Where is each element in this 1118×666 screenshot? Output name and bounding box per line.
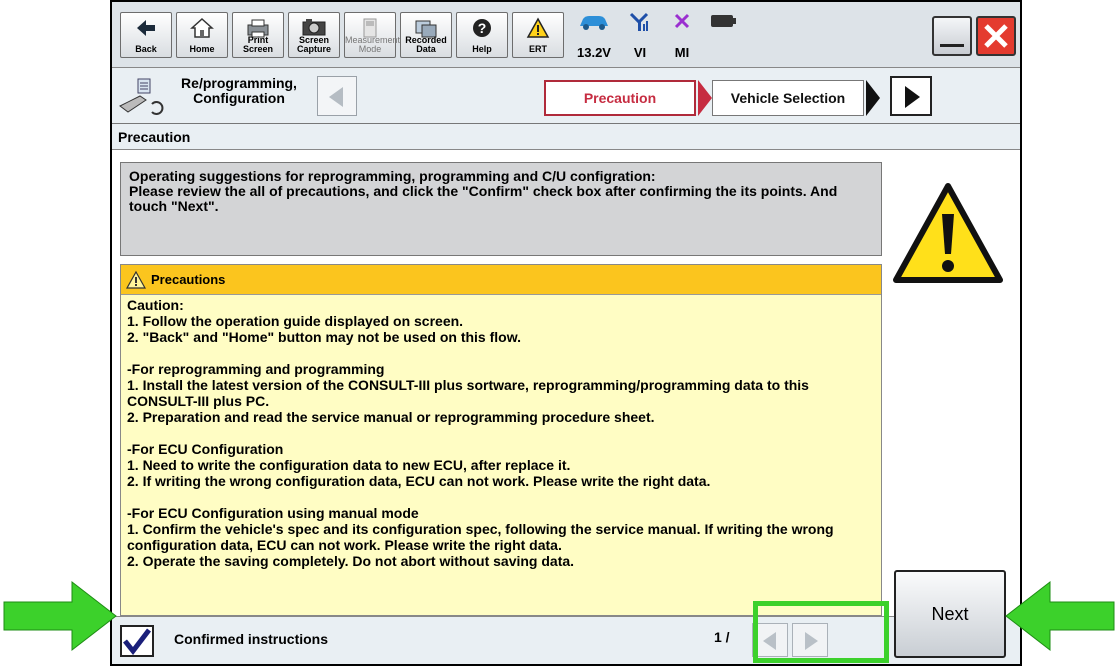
home-button[interactable]: Home bbox=[176, 12, 228, 58]
back-arrow-icon bbox=[137, 20, 155, 36]
close-icon bbox=[984, 24, 1008, 48]
toolbar: Back Home Print Screen Screen Capture Me… bbox=[112, 2, 1020, 68]
navigation-bar: Re/programming, Configuration Precaution… bbox=[112, 68, 1020, 124]
warning-icon bbox=[526, 17, 550, 38]
consult-window: Back Home Print Screen Screen Capture Me… bbox=[110, 0, 1022, 666]
help-icon: ? bbox=[473, 19, 491, 37]
svg-text:?: ? bbox=[478, 20, 487, 36]
precautions-header: Precautions bbox=[121, 265, 881, 295]
back-button[interactable]: Back bbox=[120, 12, 172, 58]
x-mark-icon bbox=[674, 13, 690, 29]
vi-status: VI bbox=[622, 12, 658, 60]
highlight-box bbox=[753, 601, 889, 663]
connection-status bbox=[708, 12, 738, 60]
instructions-box: Operating suggestions for reprogramming,… bbox=[120, 162, 882, 256]
step-vehicle-selection: Vehicle Selection bbox=[712, 80, 864, 116]
confirm-checkbox[interactable] bbox=[120, 625, 154, 657]
mode-title: Re/programming, Configuration bbox=[181, 75, 297, 106]
next-button[interactable]: Next bbox=[894, 570, 1006, 658]
battery-voltage-status: 13.2V bbox=[570, 12, 618, 60]
warning-icon bbox=[125, 270, 147, 289]
screen-capture-button[interactable]: Screen Capture bbox=[288, 12, 340, 58]
step-arrow-icon bbox=[866, 80, 880, 116]
car-icon bbox=[580, 16, 608, 30]
page-indicator: 1 / bbox=[714, 629, 730, 645]
signal-icon bbox=[629, 12, 649, 31]
checkmark-icon bbox=[123, 628, 151, 656]
close-button[interactable] bbox=[976, 16, 1016, 56]
home-icon bbox=[190, 17, 214, 38]
camera-icon bbox=[302, 19, 326, 36]
green-arrow-icon bbox=[3, 580, 117, 652]
green-arrow-icon bbox=[1005, 580, 1115, 652]
step-precaution: Precaution bbox=[544, 80, 696, 116]
minimize-button[interactable] bbox=[932, 16, 972, 56]
print-screen-button[interactable]: Print Screen bbox=[232, 12, 284, 58]
confirm-label: Confirmed instructions bbox=[174, 631, 329, 647]
ert-button[interactable]: ERT bbox=[512, 12, 564, 58]
measurement-mode-button[interactable]: Measurement Mode bbox=[344, 12, 400, 58]
warning-icon bbox=[893, 183, 1003, 283]
precautions-text: Caution: 1. Follow the operation guide d… bbox=[127, 297, 834, 569]
help-button[interactable]: ? Help bbox=[456, 12, 508, 58]
nav-forward-button[interactable] bbox=[890, 76, 932, 116]
reprogramming-icon bbox=[119, 78, 164, 115]
section-title: Precaution bbox=[112, 124, 1020, 150]
battery-icon bbox=[711, 15, 736, 27]
mi-status: MI bbox=[664, 12, 700, 60]
precautions-panel[interactable]: Precautions Caution: 1. Follow the opera… bbox=[120, 264, 882, 616]
nav-back-button[interactable] bbox=[317, 76, 357, 116]
step-arrow-icon bbox=[698, 80, 712, 116]
recorded-data-button[interactable]: Recorded Data bbox=[400, 12, 452, 58]
